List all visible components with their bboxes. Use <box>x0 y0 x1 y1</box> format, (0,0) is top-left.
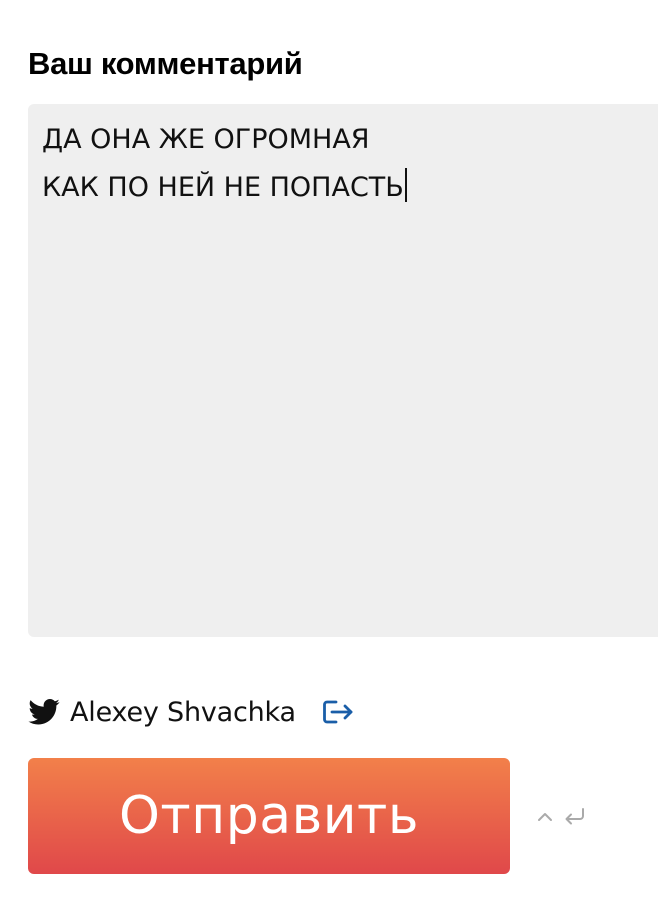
twitter-icon <box>28 698 60 726</box>
comment-line: ДА ОНА ЖЕ ОГРОМНАЯ <box>42 124 370 155</box>
comment-textarea-content: ДА ОНА ЖЕ ОГРОМНАЯ КАК ПО НЕЙ НЕ ПОПАСТЬ <box>42 116 654 212</box>
comment-line: КАК ПО НЕЙ НЕ ПОПАСТЬ <box>42 172 404 203</box>
text-caret <box>404 168 407 202</box>
caret-up-icon <box>536 810 554 829</box>
comment-line-with-caret: КАК ПО НЕЙ НЕ ПОПАСТЬ <box>42 164 654 212</box>
comment-heading: Ваш комментарий <box>28 46 303 81</box>
logout-icon[interactable] <box>320 696 356 728</box>
keyboard-shortcut-hint <box>536 806 588 833</box>
comment-textarea[interactable]: ДА ОНА ЖЕ ОГРОМНАЯ КАК ПО НЕЙ НЕ ПОПАСТЬ <box>28 104 658 637</box>
author-name: Alexey Shvachka <box>70 696 296 728</box>
submit-button[interactable]: Отправить <box>28 758 510 874</box>
author-row: Alexey Shvachka <box>28 692 356 732</box>
return-icon <box>562 806 588 833</box>
